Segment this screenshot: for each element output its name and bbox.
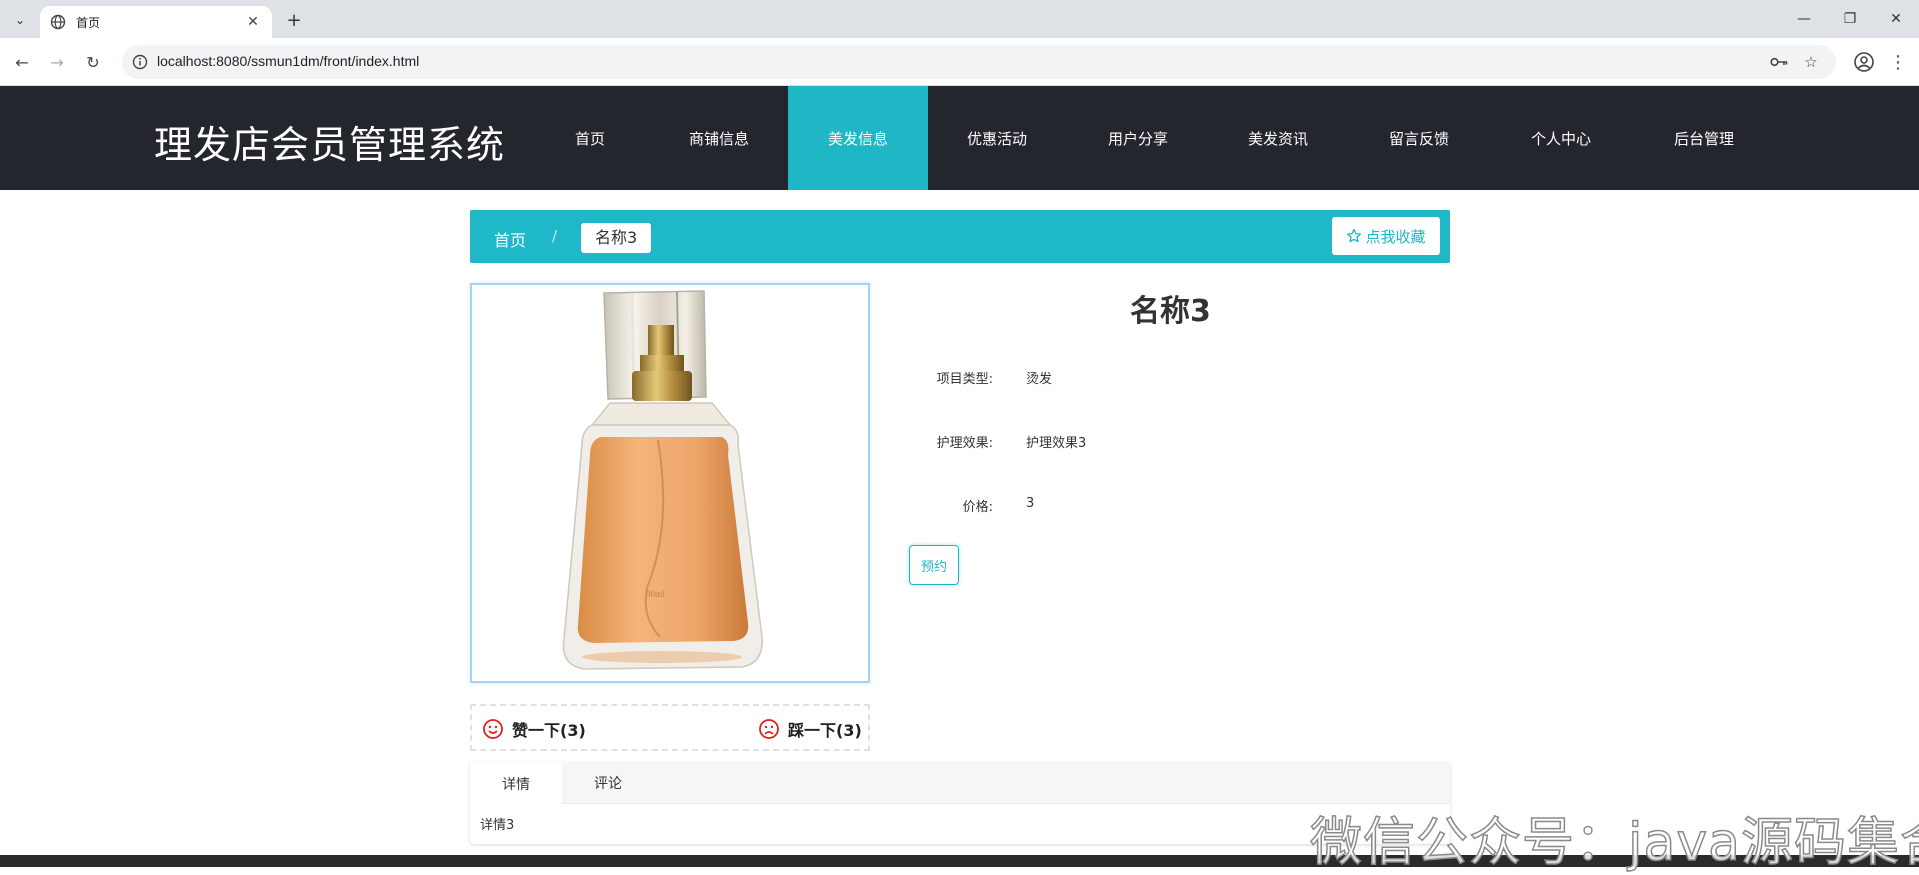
nav-admin[interactable]: 后台管理: [1657, 86, 1751, 190]
nav-feedback[interactable]: 留言反馈: [1372, 86, 1466, 190]
nav-promotions[interactable]: 优惠活动: [950, 86, 1044, 190]
field-value-price: 3: [1026, 496, 1035, 511]
nav-home[interactable]: 首页: [552, 86, 628, 190]
smile-icon: [483, 719, 503, 739]
site-title: 理发店会员管理系统: [154, 123, 506, 167]
svg-text:30ml: 30ml: [646, 589, 665, 599]
perfume-bottle-illustration: 30ml: [562, 290, 763, 670]
url-text[interactable]: localhost:8080/ssmun1dm/front/index.html: [157, 53, 419, 69]
detail-tabs: 详情 评论 详情3: [470, 762, 1450, 844]
window-close-icon[interactable]: ✕: [1873, 0, 1919, 38]
nav-hair-info[interactable]: 美发信息: [788, 86, 928, 190]
product-image: 30ml: [470, 283, 870, 683]
watermark: 微信公众号：java源码集合: [1309, 812, 1919, 874]
nav-hair-news[interactable]: 美发资讯: [1231, 86, 1325, 190]
field-value-item-type: 烫发: [1026, 372, 1053, 387]
forward-arrow-icon[interactable]: →: [45, 50, 69, 74]
reload-icon[interactable]: ↻: [81, 50, 105, 74]
bookmark-star-icon[interactable]: ☆: [1802, 53, 1820, 71]
field-value-care-effect: 护理效果3: [1026, 436, 1087, 451]
nav-personal-center[interactable]: 个人中心: [1514, 86, 1608, 190]
new-tab-icon[interactable]: +: [282, 8, 306, 32]
tab-details[interactable]: 详情: [470, 762, 562, 805]
nav-user-share[interactable]: 用户分享: [1091, 86, 1185, 190]
tabs-header: 详情 评论: [470, 762, 1450, 805]
field-label-item-type: 项目类型:: [936, 372, 993, 387]
browser-toolbar: ← → ↻ localhost:8080/ssmun1dm/front/inde…: [0, 38, 1919, 86]
address-bar[interactable]: localhost:8080/ssmun1dm/front/index.html…: [122, 45, 1836, 79]
breadcrumb-home[interactable]: 首页: [494, 227, 526, 251]
dislike-button[interactable]: 踩一下(3): [758, 717, 862, 741]
browser-tab[interactable]: 首页 ✕: [40, 6, 272, 38]
globe-icon: [50, 14, 66, 30]
password-key-icon[interactable]: [1770, 53, 1788, 71]
favorite-button[interactable]: 点我收藏: [1332, 217, 1440, 255]
tab-content: 详情3: [480, 818, 515, 833]
minimize-icon[interactable]: —: [1781, 0, 1827, 38]
site-header: 理发店会员管理系统 首页 商铺信息 美发信息 优惠活动 用户分享 美发资讯 留言…: [0, 86, 1919, 190]
product-title: 名称3: [1130, 294, 1211, 329]
tab-comments[interactable]: 评论: [562, 762, 654, 804]
frown-icon: [759, 719, 779, 739]
reserve-button[interactable]: 预约: [909, 545, 959, 585]
field-label-care-effect: 护理效果:: [936, 436, 993, 451]
like-button[interactable]: 赞一下(3): [482, 717, 586, 741]
like-label: 赞一下(3): [512, 721, 586, 740]
tab-close-icon[interactable]: ✕: [244, 14, 262, 30]
nav-shop-info[interactable]: 商铺信息: [672, 86, 766, 190]
browser-menu-icon[interactable]: ⋮: [1888, 50, 1908, 74]
browser-tab-title: 首页: [76, 15, 101, 30]
profile-icon[interactable]: [1852, 50, 1876, 74]
browser-tabstrip: ⌄ 首页 ✕ + — ❐ ✕: [0, 0, 1919, 38]
vote-bar: 赞一下(3) 踩一下(3): [470, 704, 870, 751]
breadcrumb-current: 名称3: [581, 223, 652, 253]
breadcrumb-separator: /: [552, 227, 558, 245]
favorite-label: 点我收藏: [1365, 227, 1426, 246]
restore-icon[interactable]: ❐: [1827, 0, 1873, 38]
star-icon: [1347, 228, 1362, 243]
field-label-price: 价格:: [962, 500, 993, 515]
back-arrow-icon[interactable]: ←: [10, 50, 34, 74]
dislike-label: 踩一下(3): [788, 721, 862, 740]
tab-search-chevron-icon[interactable]: ⌄: [8, 8, 32, 32]
breadcrumb: 首页 / 名称3 点我收藏: [470, 210, 1450, 263]
site-info-icon[interactable]: [132, 54, 148, 70]
